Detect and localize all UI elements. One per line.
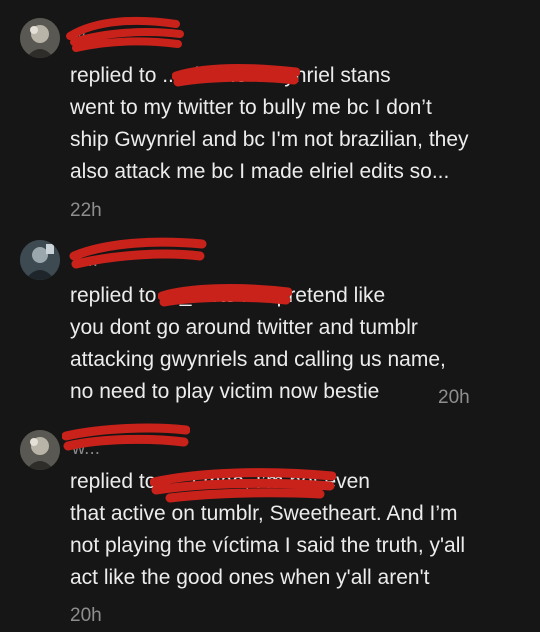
username[interactable]: a... xyxy=(72,250,98,271)
avatar-image-icon xyxy=(20,18,60,58)
timestamp: 20h xyxy=(438,387,470,408)
avatar-image-icon xyxy=(20,430,60,470)
comment-text: replied to ...: Lmao, I’m not even that … xyxy=(70,470,466,589)
comment-1: w... replied to ...wl: The Gwynriel stan… xyxy=(0,0,540,232)
username[interactable]: w... xyxy=(72,26,100,47)
avatar[interactable] xyxy=(20,430,60,470)
comment-text: replied to ...wl: The Gwynriel stans wen… xyxy=(70,64,469,183)
comment-2: a... replied to ..._: lets not pretend l… xyxy=(0,232,540,422)
username[interactable]: w... xyxy=(72,438,100,459)
avatar[interactable] xyxy=(20,240,60,280)
timestamp: 22h xyxy=(70,200,102,221)
avatar-image-icon xyxy=(20,240,60,280)
comment-3: w... replied to ...: Lmao, I’m not even … xyxy=(0,422,540,632)
timestamp: 20h xyxy=(70,605,102,626)
avatar[interactable] xyxy=(20,18,60,58)
